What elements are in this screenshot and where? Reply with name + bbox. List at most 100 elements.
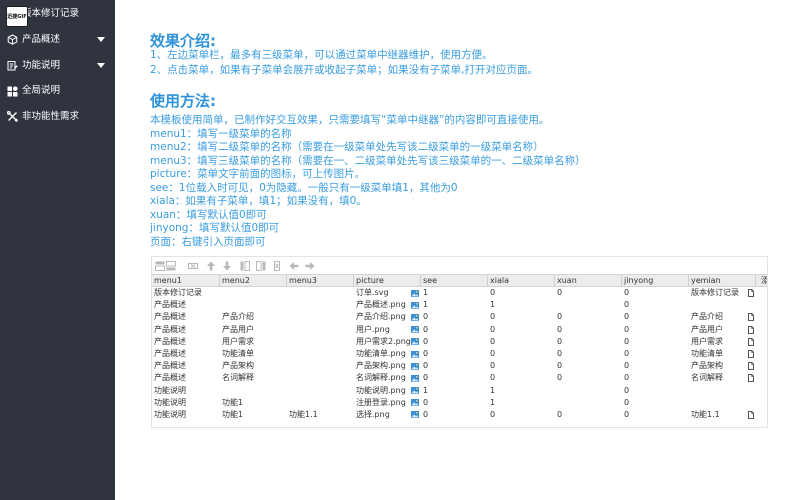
table-cell [287,397,354,409]
cell-text: 0 [624,397,630,407]
page-link-icon[interactable] [748,349,754,358]
sidebar-item-feature-description[interactable]: 功能说明 [0,53,115,79]
table-cell: 0 [421,336,488,348]
usage-line: 本模板使用简单，已制作好交互效果，只需要填写“菜单中继器”的内容即可直接使用。 [150,114,550,126]
table-cell [287,348,354,360]
cell-text: 0 [557,336,563,346]
delete-column-icon[interactable] [272,260,282,271]
cell-text: 0 [490,361,496,371]
table-cell [287,385,354,397]
image-icon [411,362,419,370]
cell-text: 0 [624,385,630,395]
sidebar-item-non-functional-requirements[interactable]: 非功能性需求 [0,104,115,130]
cell-text: 产品介绍 [691,312,723,322]
move-down-icon[interactable] [222,261,232,271]
table-cell: 功能1.1 [287,409,354,421]
sidebar-item-global-description[interactable]: 全局说明 [0,78,115,104]
table-cell: 0 [622,311,689,323]
intro-line: 1、左边菜单栏，最多有三级菜单，可以通过菜单中继器维护，使用方便。 [150,49,493,61]
cell-text: 名词解释 [222,373,254,383]
image-icon [411,338,419,346]
column-header: menu1 [152,275,220,286]
table-cell: 0 [555,336,622,348]
table-cell [287,311,354,323]
cell-text: 产品概述 [154,373,186,383]
cell-text: 产品概述 [154,312,186,322]
move-left-icon[interactable] [289,261,299,271]
table-cell: 0 [421,348,488,360]
cell-text: 1 [423,385,429,395]
add-column-right-icon[interactable] [256,260,266,271]
table-cell: 0 [488,336,555,348]
page-link-icon[interactable] [748,410,754,419]
table-row: 产品概述 产品架构 产品架构.png 0 0 0 0 产品架构 [152,360,767,372]
column-header: menu2 [220,275,287,286]
image-icon [411,374,419,382]
table-cell [287,372,354,384]
add-column-left-icon[interactable] [240,260,250,271]
cube-icon [7,34,18,46]
cell-text: 0 [490,312,496,322]
table-cell: 0 [555,360,622,372]
table-cell: 功能清单 [220,348,287,360]
table-cell: 0 [421,409,488,421]
image-icon [411,350,419,358]
cell-text: 1 [423,288,429,297]
table-cell: 产品概述 [152,311,220,323]
cell-text: 功能清单 [691,348,723,358]
table-cell: 0 [555,311,622,323]
cell-text: 1 [490,397,496,407]
table-cell: 产品用户 [220,324,287,336]
add-row-above-icon[interactable] [155,261,165,271]
cell-text: 0 [423,361,429,371]
table-cell: 0 [421,324,488,336]
page-link-icon[interactable] [748,337,754,346]
table-row: 产品概述 产品用户 用户.png 0 0 0 0 产品用户 [152,324,767,336]
column-header: see [421,275,488,286]
column-header: xuan [555,275,622,286]
chevron-down-icon [97,63,105,69]
move-right-icon[interactable] [305,261,315,271]
add-row-below-icon[interactable] [166,260,176,271]
usage-line: menu2：填写二级菜单的名称（需要在一级菜单处先写该二级菜单的一级菜单名称） [150,141,544,153]
cell-text: 0 [557,361,563,371]
cell-text: 产品介绍 [222,312,254,322]
cell-text: 用户需求2.png [356,336,411,346]
delete-row-icon[interactable] [188,261,198,271]
cell-text: 产品概述.png [356,300,406,310]
move-up-icon[interactable] [206,261,216,271]
cell-text: 注册登录.png [356,397,406,407]
cell-text: 用户需求 [691,336,723,346]
recorder-watermark: 迅捷GIF [6,6,28,27]
page-link-icon[interactable] [748,374,754,383]
table-cell: 0 [622,360,689,372]
table-cell: 0 [622,324,689,336]
table-cell: 用户需求 [220,336,287,348]
table-cell: 产品架构.png [354,360,421,372]
table-row: 产品概述 产品概述.png 1 1 0 [152,299,767,311]
table-cell: 产品架构 [220,360,287,372]
table-row: 产品概述 名词解释 名词解释.png 0 0 0 0 名词解释 [152,372,767,384]
page-link-icon[interactable] [748,313,754,322]
menu-repeater-dataset: menu1 menu2 menu3 picture see xiala xuan jinyon… [151,256,768,428]
chevron-down-icon [97,37,105,43]
sidebar-item-product-overview[interactable]: 产品概述 [0,27,115,53]
cell-text: 功能1.1 [289,409,318,419]
cell-text: 产品用户 [222,324,254,334]
cell-text: 功能清单.png [356,348,406,358]
page-link-icon[interactable] [748,289,754,297]
cell-text: 0 [490,288,496,297]
cell-text: 0 [624,348,630,358]
page-link-icon[interactable] [748,325,754,334]
table-cell: 用户.png [354,324,421,336]
image-icon [411,411,419,419]
cell-text: 产品介绍.png [356,312,406,322]
table-cell: 选择.png [354,409,421,421]
sidebar-item-label: 版本修订记录 [22,8,80,20]
cell-text: 产品用户 [691,324,723,334]
page-link-icon[interactable] [748,362,754,371]
cell-text: 0 [557,288,563,297]
table-cell [220,287,287,299]
table-cell [689,397,756,409]
table-row: 功能说明 功能说明.png 1 1 0 [152,385,767,397]
